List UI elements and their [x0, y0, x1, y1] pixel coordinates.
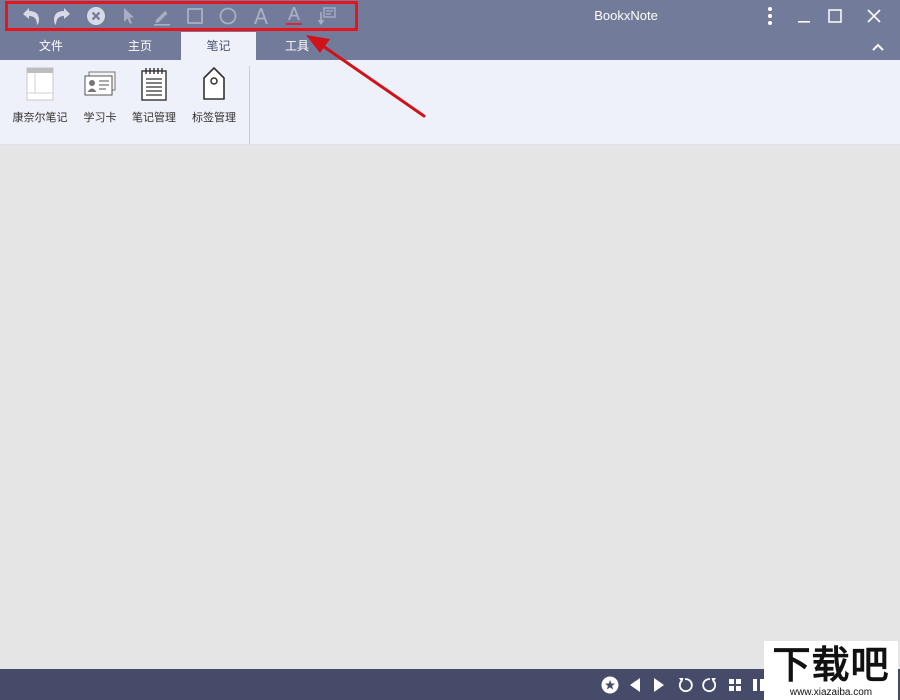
minimize-icon[interactable] — [790, 4, 818, 28]
rotate-left-icon[interactable] — [676, 676, 694, 694]
cornell-note-button[interactable]: 康奈尔笔记 — [8, 66, 72, 130]
site-watermark: 下载吧 www.xiazaiba.com — [764, 641, 898, 700]
next-icon[interactable] — [650, 676, 668, 694]
study-card-button[interactable]: 学习卡 — [76, 66, 124, 130]
ellipse-icon[interactable] — [216, 5, 240, 27]
document-workspace[interactable] — [0, 145, 900, 669]
ribbon-button-label: 标签管理 — [192, 111, 236, 124]
ribbon-button-label: 笔记管理 — [132, 111, 176, 124]
cornell-note-icon — [26, 66, 54, 102]
rectangle-icon[interactable] — [183, 5, 207, 27]
ribbon-panel: 康奈尔笔记 学习卡 笔记管理 标签管理 — [0, 60, 900, 145]
more-vertical-icon[interactable] — [756, 4, 784, 28]
watermark-url: www.xiazaiba.com — [789, 687, 873, 698]
undo-icon[interactable] — [18, 5, 42, 27]
watermark-logo-text: 下载吧 — [772, 642, 890, 687]
note-insert-icon[interactable] — [315, 5, 339, 27]
ribbon-button-label: 康奈尔笔记 — [12, 111, 68, 124]
close-icon[interactable] — [860, 4, 888, 28]
pointer-icon[interactable] — [117, 5, 141, 27]
title-bar: BookxNote — [0, 0, 900, 32]
ribbon-tab-bar: 文件 主页 笔记 工具 — [0, 32, 900, 60]
note-manage-icon — [140, 66, 168, 102]
tab-notes[interactable]: 笔记 — [181, 32, 256, 60]
maximize-icon[interactable] — [821, 4, 849, 28]
study-card-icon — [84, 66, 116, 102]
grid-view-icon[interactable] — [726, 676, 744, 694]
tag-manage-icon — [202, 66, 226, 102]
app-title: BookxNote — [594, 8, 658, 23]
redo-icon[interactable] — [51, 5, 75, 27]
underline-text-icon[interactable] — [282, 5, 306, 27]
note-manage-button[interactable]: 笔记管理 — [126, 66, 182, 130]
close-circle-icon[interactable] — [84, 5, 108, 27]
previous-icon[interactable] — [626, 676, 644, 694]
star-badge-icon[interactable] — [601, 676, 619, 694]
tab-tools[interactable]: 工具 — [266, 32, 328, 60]
collapse-ribbon-icon[interactable] — [869, 39, 887, 53]
ribbon-group-divider — [249, 66, 250, 144]
text-icon[interactable] — [249, 5, 273, 27]
tab-file[interactable]: 文件 — [20, 32, 82, 60]
tab-home[interactable]: 主页 — [108, 32, 172, 60]
ribbon-button-label: 学习卡 — [83, 111, 117, 124]
pen-icon[interactable] — [150, 5, 174, 27]
rotate-right-icon[interactable] — [701, 676, 719, 694]
tag-manage-button[interactable]: 标签管理 — [186, 66, 242, 130]
